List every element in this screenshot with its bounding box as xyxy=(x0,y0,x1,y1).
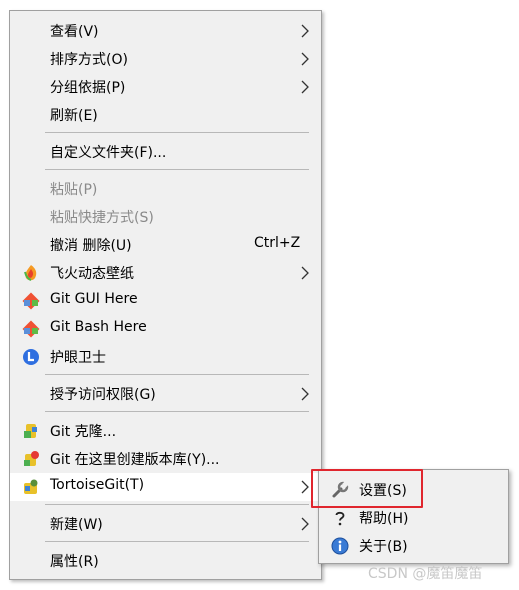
menu-separator xyxy=(45,541,309,542)
watermark: CSDN @魔笛魔笛 xyxy=(368,566,483,582)
menu-item-label: 粘贴快捷方式(S) xyxy=(50,210,154,226)
menu-item-git-gui-here[interactable]: Git GUI Here xyxy=(10,287,321,315)
menu-item-label: 属性(R) xyxy=(50,554,99,570)
menu-item-label: 护眼卫士 xyxy=(50,350,106,366)
menu-item-git-clone[interactable]: Git 克隆... xyxy=(10,417,321,445)
git-clone-icon xyxy=(22,422,40,440)
menu-item-eye-guard[interactable]: 护眼卫士 xyxy=(10,343,321,371)
menu-item-label: 授予访问权限(G) xyxy=(50,387,156,403)
chevron-right-icon xyxy=(301,266,309,280)
submenu-item-help[interactable]: 帮助(H) xyxy=(319,504,508,532)
chevron-right-icon xyxy=(301,80,309,94)
menu-item-label: 排序方式(O) xyxy=(50,52,128,68)
menu-item-tortoisegit[interactable]: TortoiseGit(T) xyxy=(10,473,321,501)
submenu-item-about[interactable]: 关于(B) xyxy=(319,532,508,560)
menu-item-git-bash-here[interactable]: Git Bash Here xyxy=(10,315,321,343)
eye-guard-icon xyxy=(22,348,40,366)
menu-item-label: 刷新(E) xyxy=(50,108,98,124)
menu-item-new[interactable]: 新建(W) xyxy=(10,510,321,538)
submenu-item-label: 帮助(H) xyxy=(359,511,409,527)
menu-item-group-by[interactable]: 分组依据(P) xyxy=(10,73,321,101)
menu-item-grant-access[interactable]: 授予访问权限(G) xyxy=(10,380,321,408)
help-icon xyxy=(331,509,349,527)
menu-item-customize-folder[interactable]: 自定义文件夹(F)... xyxy=(10,138,321,166)
chevron-right-icon xyxy=(301,52,309,66)
chevron-right-icon xyxy=(301,387,309,401)
chevron-right-icon xyxy=(301,24,309,38)
menu-item-paste: 粘贴(P) xyxy=(10,175,321,203)
menu-item-paste-shortcut: 粘贴快捷方式(S) xyxy=(10,203,321,231)
menu-item-label: Git GUI Here xyxy=(50,291,138,307)
menu-item-label: 撤消 删除(U) xyxy=(50,238,132,254)
menu-separator xyxy=(45,411,309,412)
menu-separator xyxy=(45,132,309,133)
menu-separator xyxy=(45,504,309,505)
menu-item-label: Git 克隆... xyxy=(50,424,117,440)
menu-item-label: 飞火动态壁纸 xyxy=(50,266,134,282)
menu-item-label: Git Bash Here xyxy=(50,319,147,335)
menu-item-shortcut: Ctrl+Z xyxy=(254,235,301,251)
chevron-right-icon xyxy=(301,517,309,531)
menu-item-git-create-repo[interactable]: Git 在这里创建版本库(Y)... xyxy=(10,445,321,473)
feihuo-wallpaper-icon xyxy=(22,264,40,282)
annotation-highlight-box xyxy=(311,469,423,508)
menu-item-label: 自定义文件夹(F)... xyxy=(50,145,167,161)
menu-item-label: Git 在这里创建版本库(Y)... xyxy=(50,452,220,468)
submenu-item-label: 关于(B) xyxy=(359,539,408,555)
menu-item-refresh[interactable]: 刷新(E) xyxy=(10,101,321,129)
git-create-repo-icon xyxy=(22,450,40,468)
menu-separator xyxy=(45,169,309,170)
info-icon xyxy=(331,537,349,555)
menu-item-label: TortoiseGit(T) xyxy=(50,477,145,493)
menu-item-label: 新建(W) xyxy=(50,517,103,533)
menu-separator xyxy=(45,374,309,375)
context-menu: 查看(V) 排序方式(O) 分组依据(P) 刷新(E) 自定义文件夹(F)...… xyxy=(9,10,322,580)
menu-item-undo-delete[interactable]: 撤消 删除(U) Ctrl+Z xyxy=(10,231,321,259)
menu-item-label: 分组依据(P) xyxy=(50,80,126,96)
menu-item-properties[interactable]: 属性(R) xyxy=(10,547,321,575)
tortoisegit-icon xyxy=(22,478,40,496)
menu-item-view[interactable]: 查看(V) xyxy=(10,17,321,45)
menu-item-sort-by[interactable]: 排序方式(O) xyxy=(10,45,321,73)
chevron-right-icon xyxy=(301,480,309,494)
menu-item-label: 查看(V) xyxy=(50,24,99,40)
menu-item-feihuo-wallpaper[interactable]: 飞火动态壁纸 xyxy=(10,259,321,287)
git-bash-icon xyxy=(22,320,40,338)
git-gui-icon xyxy=(22,292,40,310)
menu-item-label: 粘贴(P) xyxy=(50,182,98,198)
